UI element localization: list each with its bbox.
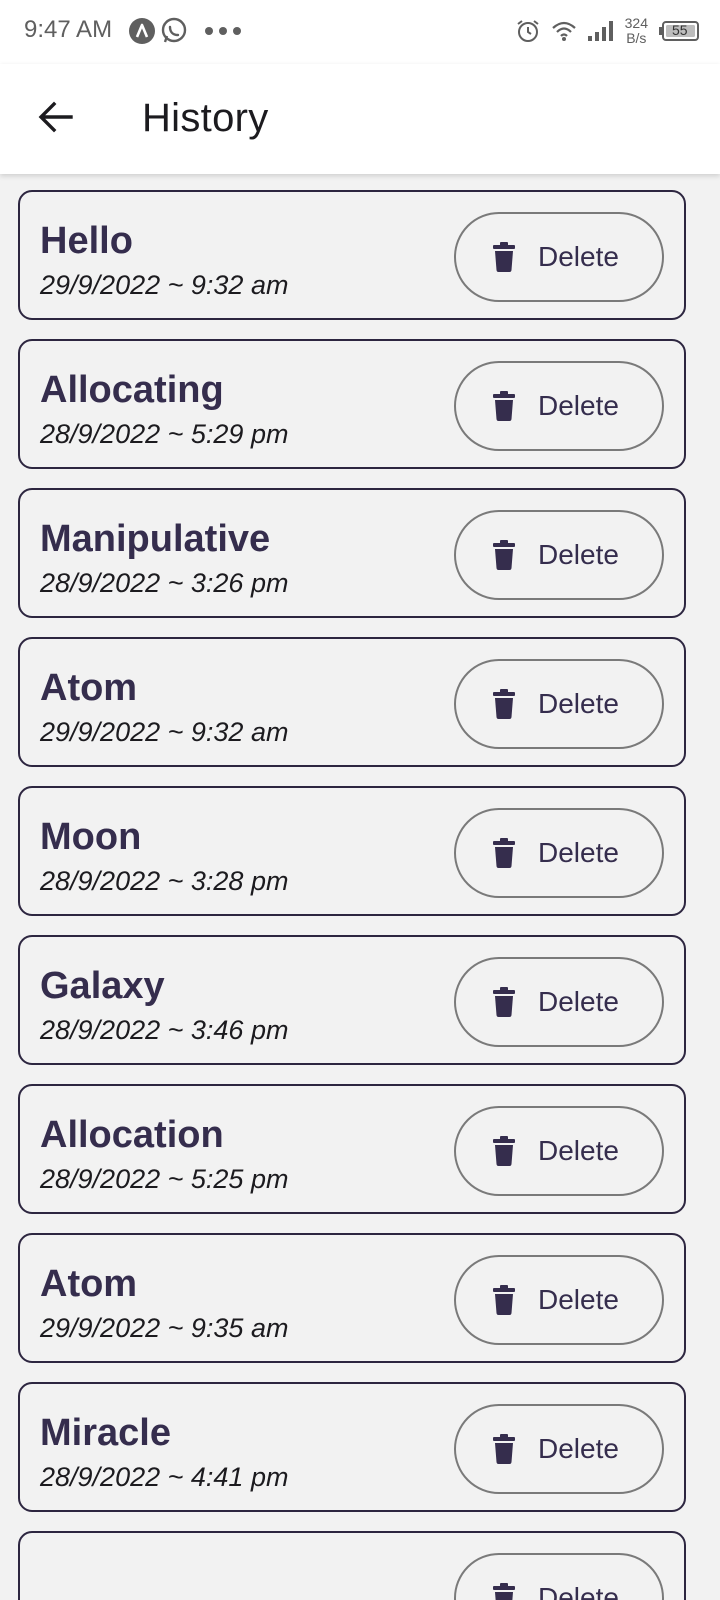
delete-button[interactable]: Delete bbox=[454, 361, 664, 451]
app-bar: History bbox=[0, 64, 720, 174]
whatsapp-icon bbox=[160, 17, 188, 45]
history-word-title: Hello bbox=[40, 220, 133, 262]
back-button[interactable] bbox=[30, 91, 82, 143]
delete-button[interactable]: Delete bbox=[454, 1106, 664, 1196]
history-list[interactable]: Hello 29/9/2022 ~ 9:32 am Delete Allocating… bbox=[0, 174, 720, 1600]
history-card[interactable]: Moon 28/9/2022 ~ 3:28 pm Delete bbox=[18, 786, 686, 916]
network-speed: 324 B/s bbox=[625, 16, 648, 46]
delete-button-label: Delete bbox=[538, 986, 619, 1017]
history-timestamp: 28/9/2022 ~ 5:29 pm bbox=[40, 419, 289, 449]
trash-icon bbox=[492, 1583, 516, 1600]
history-card[interactable]: Allocating 28/9/2022 ~ 5:29 pm Delete bbox=[18, 339, 686, 469]
delete-button[interactable]: Delete bbox=[454, 1553, 664, 1600]
history-timestamp: 28/9/2022 ~ 3:28 pm bbox=[40, 866, 289, 896]
delete-button-label: Delete bbox=[538, 390, 619, 421]
history-word-title: Allocation bbox=[40, 1114, 224, 1156]
status-notification-icons bbox=[128, 16, 242, 46]
history-word-title: Atom bbox=[40, 1263, 138, 1305]
history-timestamp: 28/9/2022 ~ 4:41 pm bbox=[40, 1462, 289, 1492]
history-card[interactable]: Manipulative 28/9/2022 ~ 3:26 pm Delete bbox=[18, 488, 686, 618]
delete-button-label: Delete bbox=[538, 539, 619, 570]
history-timestamp: 28/9/2022 ~ 5:25 pm bbox=[40, 1164, 289, 1194]
battery-icon: 55 bbox=[658, 20, 700, 42]
more-dots-icon bbox=[204, 26, 242, 36]
history-card[interactable]: Hello 29/9/2022 ~ 9:32 am Delete bbox=[18, 190, 686, 320]
status-bar: 9:47 AM 324 B/s 55 bbox=[0, 0, 720, 64]
history-word-title: Manipulative bbox=[40, 518, 271, 560]
history-card[interactable]: Allocation 28/9/2022 ~ 5:25 pm Delete bbox=[18, 1084, 686, 1214]
history-word-title: Moon bbox=[40, 816, 142, 858]
a-app-icon bbox=[128, 17, 156, 45]
wifi-icon bbox=[551, 20, 577, 42]
network-speed-unit: B/s bbox=[626, 30, 647, 46]
trash-icon bbox=[492, 242, 516, 272]
alarm-icon bbox=[515, 18, 541, 44]
history-card[interactable]: Delete bbox=[18, 1531, 686, 1600]
trash-icon bbox=[492, 1136, 516, 1166]
history-timestamp: 28/9/2022 ~ 3:26 pm bbox=[40, 568, 289, 598]
history-timestamp: 29/9/2022 ~ 9:32 am bbox=[40, 717, 289, 747]
trash-icon bbox=[492, 1285, 516, 1315]
arrow-left-icon bbox=[38, 101, 74, 133]
delete-button-label: Delete bbox=[538, 1433, 619, 1464]
trash-icon bbox=[492, 987, 516, 1017]
history-word-title: Allocating bbox=[40, 369, 224, 411]
history-card[interactable]: Atom 29/9/2022 ~ 9:32 am Delete bbox=[18, 637, 686, 767]
history-card[interactable]: Miracle 28/9/2022 ~ 4:41 pm Delete bbox=[18, 1382, 686, 1512]
trash-icon bbox=[492, 540, 516, 570]
status-system-icons: 324 B/s 55 bbox=[515, 14, 700, 48]
history-word-title: Miracle bbox=[40, 1412, 171, 1454]
delete-button-label: Delete bbox=[538, 688, 619, 719]
trash-icon bbox=[492, 1434, 516, 1464]
battery-level: 55 bbox=[672, 22, 688, 38]
trash-icon bbox=[492, 689, 516, 719]
delete-button[interactable]: Delete bbox=[454, 212, 664, 302]
delete-button-label: Delete bbox=[538, 1135, 619, 1166]
delete-button[interactable]: Delete bbox=[454, 957, 664, 1047]
history-timestamp: 29/9/2022 ~ 9:32 am bbox=[40, 270, 289, 300]
delete-button-label: Delete bbox=[538, 837, 619, 868]
history-word-title: Atom bbox=[40, 667, 138, 709]
delete-button-label: Delete bbox=[538, 1284, 619, 1315]
delete-button[interactable]: Delete bbox=[454, 808, 664, 898]
network-speed-value: 324 bbox=[624, 15, 648, 31]
history-word-title: Galaxy bbox=[40, 965, 165, 1007]
history-card[interactable]: Galaxy 28/9/2022 ~ 3:46 pm Delete bbox=[18, 935, 686, 1065]
delete-button-label: Delete bbox=[538, 241, 619, 272]
page-title: History bbox=[142, 96, 269, 140]
history-card[interactable]: Atom 29/9/2022 ~ 9:35 am Delete bbox=[18, 1233, 686, 1363]
delete-button[interactable]: Delete bbox=[454, 510, 664, 600]
delete-button[interactable]: Delete bbox=[454, 1404, 664, 1494]
trash-icon bbox=[492, 391, 516, 421]
history-timestamp: 28/9/2022 ~ 3:46 pm bbox=[40, 1015, 289, 1045]
history-timestamp: 29/9/2022 ~ 9:35 am bbox=[40, 1313, 289, 1343]
signal-icon bbox=[587, 20, 615, 42]
delete-button[interactable]: Delete bbox=[454, 659, 664, 749]
status-time: 9:47 AM bbox=[24, 16, 113, 43]
trash-icon bbox=[492, 838, 516, 868]
delete-button-label: Delete bbox=[538, 1582, 619, 1600]
delete-button[interactable]: Delete bbox=[454, 1255, 664, 1345]
